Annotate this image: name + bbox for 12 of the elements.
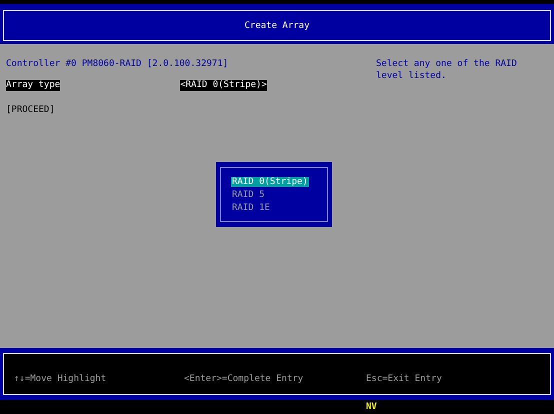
controller-label: Controller #0 PM8060-RAID [2.0.100.32971] (6, 58, 230, 70)
key-hint: <Enter>=Complete Entry (184, 374, 304, 384)
key-hint: Esc=Exit Entry (366, 374, 442, 384)
key-hint: ↑↓=Move Highlight (14, 374, 108, 384)
field-value[interactable]: <RAID 0(Stripe)> (180, 80, 267, 91)
option-item[interactable]: RAID 1E (231, 203, 271, 213)
status-indicator: NV (366, 402, 377, 412)
proceed-link[interactable]: [PROCEED] (6, 105, 55, 115)
option-item[interactable]: RAID 5 (231, 190, 266, 200)
help-text: Select any one of the RAID level listed. (376, 58, 518, 83)
field-label[interactable]: Array type (6, 80, 60, 91)
window-title: Create Array (244, 20, 310, 30)
